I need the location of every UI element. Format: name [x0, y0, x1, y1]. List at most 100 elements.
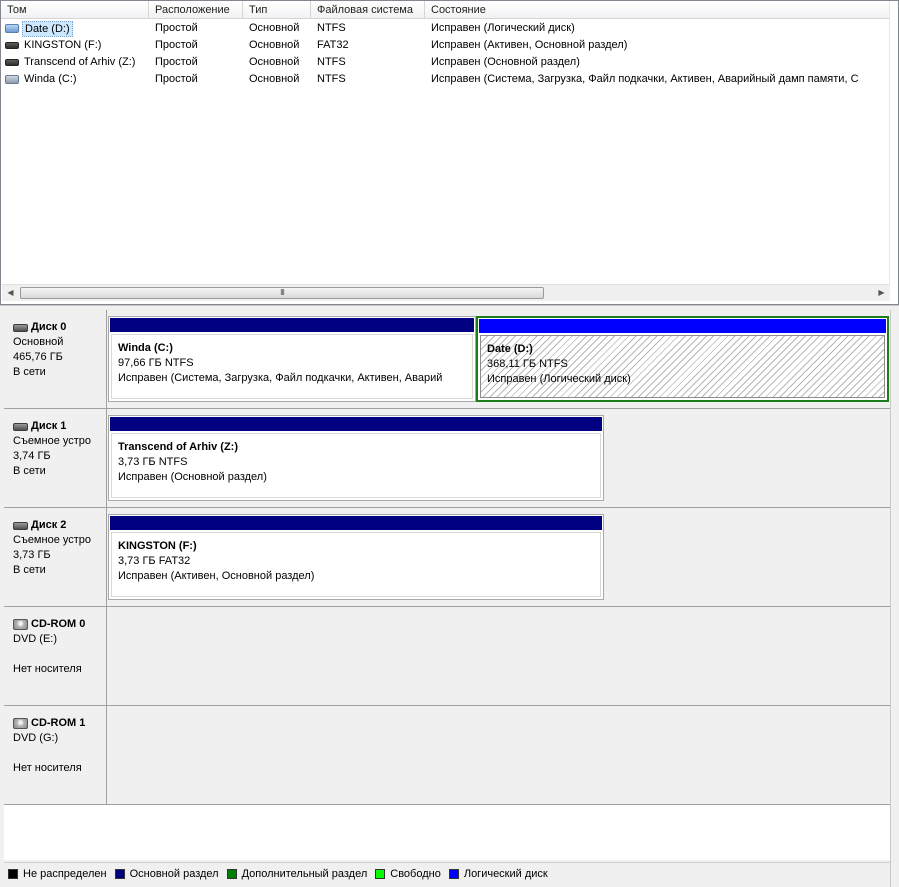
volume-rows: Date (D:) Простой Основной NTFS Исправен…	[1, 20, 889, 88]
disk-partitions-2: KINGSTON (F:) 3,73 ГБ FAT32 Исправен (Ак…	[108, 508, 890, 606]
disk-size: 3,73 ГБ	[13, 549, 51, 561]
partition-type-bar	[479, 319, 886, 333]
column-header-location[interactable]: Расположение	[149, 1, 243, 19]
volume-location: Простой	[155, 73, 198, 85]
disk-kind: Съемное устро	[13, 534, 92, 546]
disk-info-1[interactable]: Диск 1 Съемное устро 3,74 ГБ В сети	[4, 409, 107, 507]
disk-name: Диск 0	[31, 321, 67, 333]
partition-winda-c[interactable]: Winda (C:) 97,66 ГБ NTFS Исправен (Систе…	[108, 316, 476, 402]
hard-disk-icon	[13, 323, 28, 332]
volume-list[interactable]: Том Расположение Тип Файловая система Со…	[0, 0, 899, 305]
cdrom-empty-area	[108, 607, 890, 705]
volume-location: Простой	[155, 39, 198, 51]
column-header-status[interactable]: Состояние	[425, 1, 891, 19]
column-header-type[interactable]: Тип	[243, 1, 311, 19]
disk-state: В сети	[13, 564, 46, 576]
legend-swatch	[226, 868, 237, 879]
partition-size: 3,73 ГБ FAT32	[118, 555, 191, 567]
disk-row-cdrom-0: CD-ROM 0 DVD (E:) Нет носителя	[4, 607, 890, 706]
disk-state: Нет носителя	[13, 663, 82, 675]
volume-type: Основной	[249, 22, 300, 34]
disk-row-cdrom-1: CD-ROM 1 DVD (G:) Нет носителя	[4, 706, 890, 805]
volume-filesystem: FAT32	[317, 39, 349, 51]
scrollbar-thumb[interactable]: III	[20, 287, 544, 299]
volume-status: Исправен (Система, Загрузка, Файл подкач…	[431, 73, 859, 85]
legend-item-primary: Основной раздел	[114, 867, 219, 880]
disk-kind: Основной	[13, 336, 64, 348]
hdd-volume-icon	[5, 75, 19, 84]
volume-row-transcend-z[interactable]: Transcend of Arhiv (Z:) Простой Основной…	[1, 54, 889, 71]
legend-item-unallocated: Не распределен	[8, 868, 107, 880]
legend-item-extended: Дополнительный раздел	[226, 868, 367, 880]
disk-size: 465,76 ГБ	[13, 351, 63, 363]
partition-type-bar	[110, 516, 602, 530]
partition-name: Date (D:)	[487, 343, 533, 355]
disk-kind: Съемное устро	[13, 435, 92, 447]
cdrom-icon	[13, 718, 28, 729]
volume-row-winda-c[interactable]: Winda (C:) Простой Основной NTFS Исправе…	[1, 71, 889, 88]
volume-list-header: Том Расположение Тип Файловая система Со…	[1, 1, 891, 19]
volume-name: KINGSTON (F:)	[24, 39, 102, 51]
disk-state: В сети	[13, 465, 46, 477]
scroll-right-arrow-icon[interactable]: ▶	[873, 285, 890, 301]
partition-size: 97,66 ГБ NTFS	[118, 357, 194, 369]
volume-location: Простой	[155, 56, 198, 68]
disk-partitions-0: Winda (C:) 97,66 ГБ NTFS Исправен (Систе…	[108, 310, 890, 408]
partition-status: Исправен (Основной раздел)	[118, 471, 267, 483]
partition-date-d[interactable]: Date (D:) 368,11 ГБ NTFS Исправен (Логич…	[476, 316, 889, 402]
partition-size: 3,73 ГБ NTFS	[118, 456, 188, 468]
disk-state: Нет носителя	[13, 762, 82, 774]
disk-size: 3,74 ГБ	[13, 450, 51, 462]
volume-filesystem: NTFS	[317, 22, 346, 34]
volume-status: Исправен (Логический диск)	[431, 22, 575, 34]
disk-map-scrollbar[interactable]	[890, 310, 899, 887]
disk-row-2: Диск 2 Съемное устро 3,73 ГБ В сети KING…	[4, 508, 890, 607]
removable-disk-icon	[13, 521, 28, 530]
partition-status: Исправен (Логический диск)	[487, 373, 631, 385]
disk-info-2[interactable]: Диск 2 Съемное устро 3,73 ГБ В сети	[4, 508, 107, 606]
disk-info-0[interactable]: Диск 0 Основной 465,76 ГБ В сети	[4, 310, 107, 408]
disk-kind: DVD (E:)	[13, 633, 57, 645]
volume-row-kingston-f[interactable]: KINGSTON (F:) Простой Основной FAT32 Исп…	[1, 37, 889, 54]
disk-row-1: Диск 1 Съемное устро 3,74 ГБ В сети Tran…	[4, 409, 890, 508]
partition-size: 368,11 ГБ NTFS	[487, 358, 568, 370]
usb-drive-icon	[5, 59, 19, 66]
volume-name: Transcend of Arhiv (Z:)	[24, 56, 136, 68]
volume-type: Основной	[249, 56, 300, 68]
scroll-left-arrow-icon[interactable]: ◀	[2, 285, 19, 301]
legend-swatch	[375, 868, 386, 879]
volume-type: Основной	[249, 73, 300, 85]
column-header-filesystem[interactable]: Файловая система	[311, 1, 425, 19]
vertical-scrollbar[interactable]	[889, 1, 898, 284]
disk-name: Диск 1	[31, 420, 67, 432]
hdd-volume-icon	[5, 24, 19, 33]
volume-row-date-d[interactable]: Date (D:) Простой Основной NTFS Исправен…	[1, 20, 889, 37]
disk-partitions-1: Transcend of Arhiv (Z:) 3,73 ГБ NTFS Исп…	[108, 409, 890, 507]
legend: Не распределен Основной раздел Дополните…	[4, 862, 890, 884]
legend-label: Основной раздел	[129, 867, 219, 880]
disk-map: Диск 0 Основной 465,76 ГБ В сети Winda (…	[4, 310, 890, 860]
disk-name: CD-ROM 1	[31, 717, 86, 729]
legend-label: Логический диск	[463, 867, 548, 880]
partition-kingston-f[interactable]: KINGSTON (F:) 3,73 ГБ FAT32 Исправен (Ак…	[108, 514, 604, 600]
disk-name: Диск 2	[31, 519, 67, 531]
legend-item-logical: Логический диск	[448, 867, 548, 880]
cdrom-icon	[13, 619, 28, 630]
legend-label: Не распределен	[23, 867, 107, 880]
volume-type: Основной	[249, 39, 300, 51]
partition-transcend-z[interactable]: Transcend of Arhiv (Z:) 3,73 ГБ NTFS Исп…	[108, 415, 604, 501]
volume-status: Исправен (Основной раздел)	[431, 56, 580, 68]
legend-swatch	[448, 868, 459, 879]
partition-name: Winda (C:)	[118, 342, 173, 354]
usb-drive-icon	[5, 42, 19, 49]
disk-info-cdrom-1[interactable]: CD-ROM 1 DVD (G:) Нет носителя	[4, 706, 107, 804]
partition-status: Исправен (Система, Загрузка, Файл подкач…	[118, 372, 443, 384]
partition-status: Исправен (Активен, Основной раздел)	[118, 570, 315, 582]
volume-filesystem: NTFS	[317, 73, 346, 85]
partition-name: KINGSTON (F:)	[118, 540, 197, 552]
horizontal-scrollbar[interactable]: ◀ III ▶	[2, 284, 890, 301]
disk-info-cdrom-0[interactable]: CD-ROM 0 DVD (E:) Нет носителя	[4, 607, 107, 705]
column-header-volume[interactable]: Том	[1, 1, 149, 19]
scrollbar-grip-icon: III	[280, 288, 285, 297]
volume-filesystem: NTFS	[317, 56, 346, 68]
